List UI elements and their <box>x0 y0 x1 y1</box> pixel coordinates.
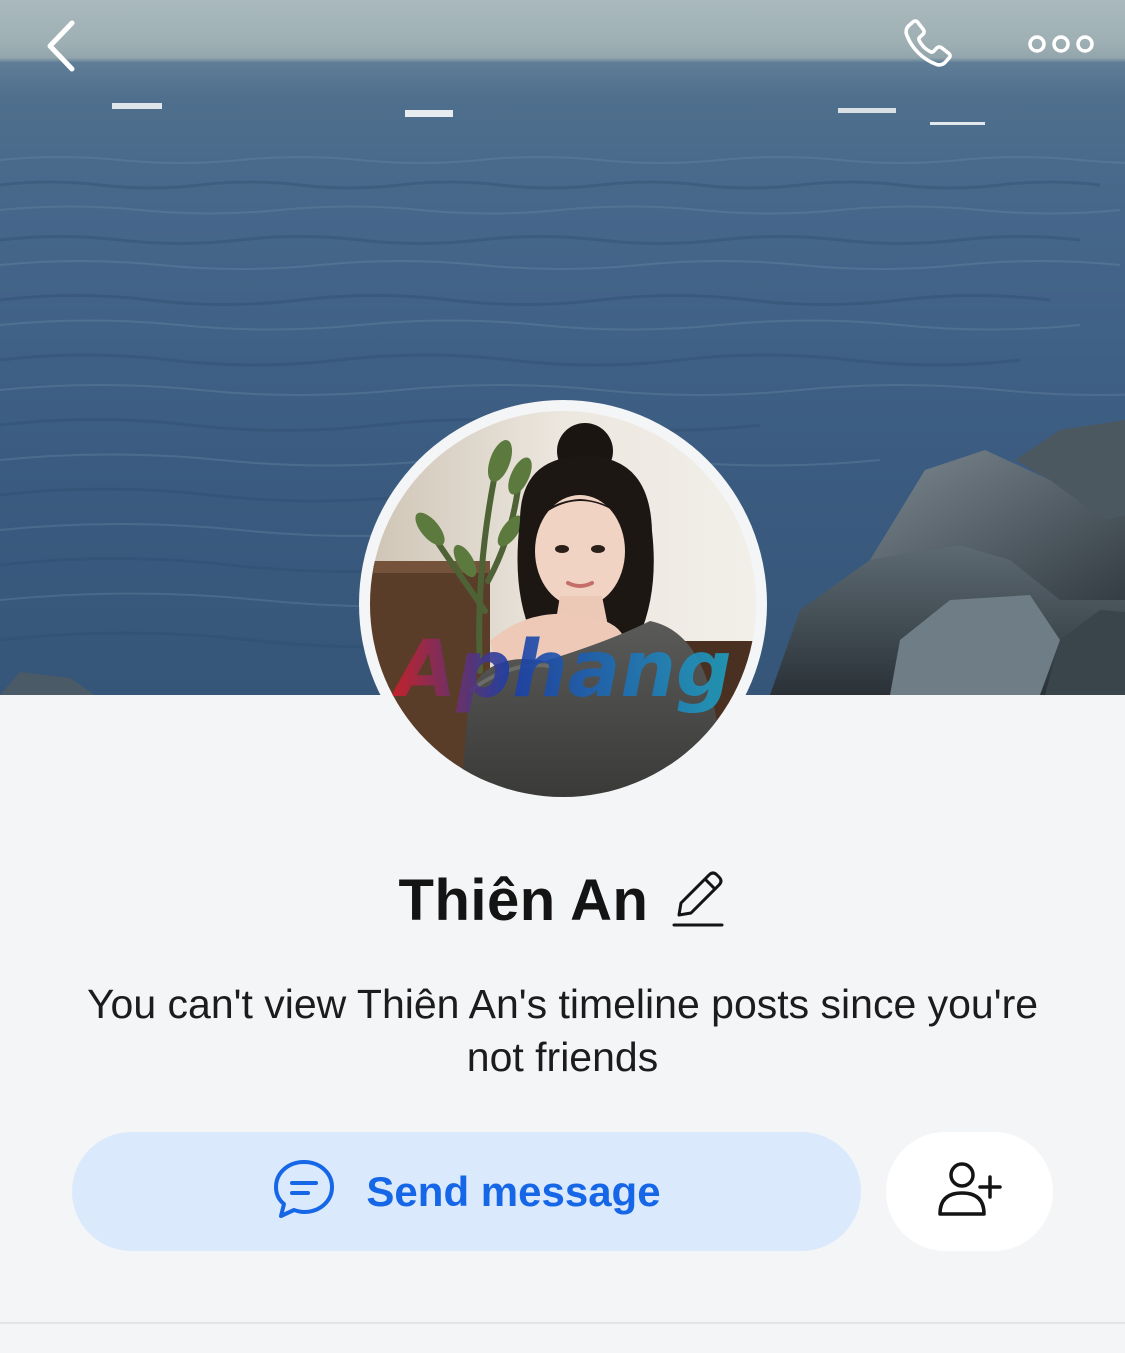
avatar-watermark: Aphang <box>390 625 732 715</box>
back-button[interactable] <box>30 16 94 80</box>
chat-bubble-icon <box>272 1157 336 1226</box>
profile-name: Thiên An <box>398 867 649 933</box>
avatar[interactable]: Aphang <box>359 400 767 808</box>
phone-icon <box>895 13 961 84</box>
add-friend-button[interactable] <box>886 1132 1053 1251</box>
edit-name-button[interactable] <box>670 868 726 932</box>
chevron-left-icon <box>42 18 82 79</box>
add-friend-icon <box>936 1159 1004 1224</box>
section-divider <box>0 1322 1125 1324</box>
top-bar <box>0 0 1125 100</box>
profile-page: Aphang Thiên An You can't view Thiên An'… <box>0 0 1125 1353</box>
avatar-photo: Aphang <box>370 411 756 797</box>
send-message-label: Send message <box>366 1167 661 1215</box>
send-message-button[interactable]: Send message <box>72 1132 861 1251</box>
call-button[interactable] <box>890 12 966 84</box>
privacy-notice: You can't view Thiên An's timeline posts… <box>86 981 1039 1080</box>
pencil-icon <box>671 867 725 934</box>
more-dots-icon <box>1026 32 1096 61</box>
name-row: Thiên An <box>0 860 1125 940</box>
more-button[interactable] <box>1018 24 1104 68</box>
